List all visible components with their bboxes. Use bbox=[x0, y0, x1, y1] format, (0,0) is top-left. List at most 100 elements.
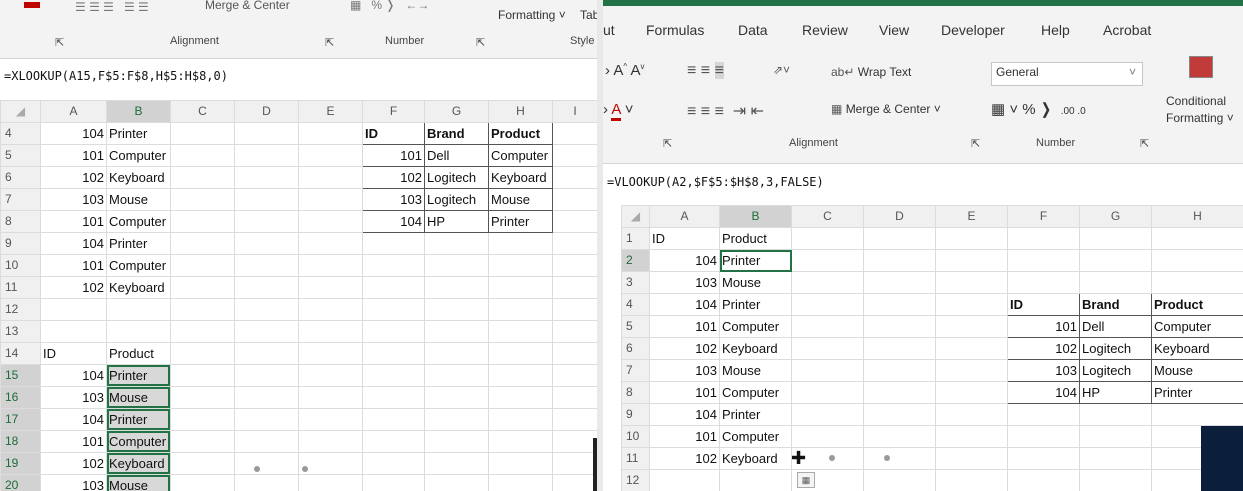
row-header[interactable]: 7 bbox=[621, 359, 650, 382]
cell-b2[interactable]: Printer bbox=[719, 249, 792, 272]
cell-c5[interactable] bbox=[170, 144, 235, 167]
cell-h12[interactable] bbox=[488, 298, 553, 321]
alignment-launcher-icon[interactable]: ⇱ bbox=[971, 137, 980, 150]
cell-e12[interactable] bbox=[298, 298, 363, 321]
cell-i17[interactable] bbox=[552, 408, 597, 431]
cell-e15[interactable] bbox=[298, 364, 363, 387]
cell-e4[interactable] bbox=[298, 122, 363, 145]
column-header-h[interactable]: H bbox=[1151, 205, 1243, 228]
cell-h4[interactable]: Product bbox=[488, 122, 553, 145]
cell-a10[interactable]: 101 bbox=[40, 254, 107, 277]
cell-c17[interactable] bbox=[170, 408, 235, 431]
cell-c6[interactable] bbox=[791, 337, 864, 360]
row-header[interactable]: 19 bbox=[0, 452, 41, 475]
cell-g7[interactable]: Logitech bbox=[424, 188, 489, 211]
row-header[interactable]: 11 bbox=[0, 276, 41, 299]
cell-e8[interactable] bbox=[298, 210, 363, 233]
cell-i10[interactable] bbox=[552, 254, 597, 277]
column-header-b[interactable]: B bbox=[719, 205, 792, 228]
cell-d13[interactable] bbox=[234, 320, 299, 343]
cell-h1[interactable] bbox=[1151, 227, 1243, 250]
cell-h6[interactable]: Keyboard bbox=[1151, 337, 1243, 360]
cell-e7[interactable] bbox=[298, 188, 363, 211]
column-header-f[interactable]: F bbox=[362, 100, 425, 123]
select-all-corner[interactable]: ◢ bbox=[621, 205, 650, 228]
cell-f20[interactable] bbox=[362, 474, 425, 491]
select-all-corner[interactable]: ◢ bbox=[0, 100, 41, 123]
cell-f5[interactable]: 101 bbox=[362, 144, 425, 167]
column-header-d[interactable]: D bbox=[863, 205, 936, 228]
cell-h20[interactable] bbox=[488, 474, 553, 491]
cell-b13[interactable] bbox=[106, 320, 171, 343]
row-header[interactable]: 15 bbox=[0, 364, 41, 387]
cell-f5[interactable]: 101 bbox=[1007, 315, 1080, 338]
cell-b11[interactable]: Keyboard bbox=[719, 447, 792, 470]
row-header[interactable]: 10 bbox=[621, 425, 650, 448]
row-header[interactable]: 5 bbox=[621, 315, 650, 338]
cell-b18[interactable]: Computer bbox=[106, 430, 171, 453]
cell-c12[interactable] bbox=[170, 298, 235, 321]
cell-g12[interactable] bbox=[1079, 469, 1152, 491]
cell-g8[interactable]: HP bbox=[1079, 381, 1152, 404]
cell-e11[interactable] bbox=[935, 447, 1008, 470]
cell-e14[interactable] bbox=[298, 342, 363, 365]
cell-a10[interactable]: 101 bbox=[649, 425, 720, 448]
cell-e1[interactable] bbox=[935, 227, 1008, 250]
cell-a11[interactable]: 102 bbox=[649, 447, 720, 470]
cell-b4[interactable]: Printer bbox=[106, 122, 171, 145]
row-header[interactable]: 5 bbox=[0, 144, 41, 167]
cell-d1[interactable] bbox=[863, 227, 936, 250]
cell-g11[interactable] bbox=[424, 276, 489, 299]
cell-c8[interactable] bbox=[791, 381, 864, 404]
cell-h16[interactable] bbox=[488, 386, 553, 409]
cell-f9[interactable] bbox=[1007, 403, 1080, 426]
row-header[interactable]: 9 bbox=[621, 403, 650, 426]
column-header-g[interactable]: G bbox=[424, 100, 489, 123]
cell-e19[interactable] bbox=[298, 452, 363, 475]
row-header[interactable]: 17 bbox=[0, 408, 41, 431]
cell-f7[interactable]: 103 bbox=[362, 188, 425, 211]
row-header[interactable]: 6 bbox=[621, 337, 650, 360]
cell-h15[interactable] bbox=[488, 364, 553, 387]
formula-bar[interactable]: =VLOOKUP(A2,$F$5:$H$8,3,FALSE) bbox=[603, 172, 1243, 192]
cell-e8[interactable] bbox=[935, 381, 1008, 404]
cell-g5[interactable]: Dell bbox=[424, 144, 489, 167]
cell-c3[interactable] bbox=[791, 271, 864, 294]
cell-b16[interactable]: Mouse bbox=[106, 386, 171, 409]
cell-d4[interactable] bbox=[863, 293, 936, 316]
conditional-label[interactable]: Conditional bbox=[1166, 94, 1226, 108]
cell-g17[interactable] bbox=[424, 408, 489, 431]
cell-d6[interactable] bbox=[234, 166, 299, 189]
cell-g6[interactable]: Logitech bbox=[1079, 337, 1152, 360]
number-format-icons[interactable]: ▦ % ❭ ←→ bbox=[350, 0, 429, 12]
cell-e10[interactable] bbox=[298, 254, 363, 277]
cell-a20[interactable]: 103 bbox=[40, 474, 107, 491]
cell-e18[interactable] bbox=[298, 430, 363, 453]
row-header[interactable]: 11 bbox=[621, 447, 650, 470]
column-header-a[interactable]: A bbox=[649, 205, 720, 228]
cell-e3[interactable] bbox=[935, 271, 1008, 294]
tab-help[interactable]: Help bbox=[1041, 22, 1070, 38]
cell-i4[interactable] bbox=[552, 122, 597, 145]
cell-d12[interactable] bbox=[863, 469, 936, 491]
cell-b8[interactable]: Computer bbox=[719, 381, 792, 404]
cell-b12[interactable] bbox=[719, 469, 792, 491]
cell-g13[interactable] bbox=[424, 320, 489, 343]
cell-f3[interactable] bbox=[1007, 271, 1080, 294]
cell-h4[interactable]: Product bbox=[1151, 293, 1243, 316]
cell-a11[interactable]: 102 bbox=[40, 276, 107, 299]
cell-d10[interactable] bbox=[863, 425, 936, 448]
cell-b1[interactable]: Product bbox=[719, 227, 792, 250]
cell-d10[interactable] bbox=[234, 254, 299, 277]
cell-i8[interactable] bbox=[552, 210, 597, 233]
row-header[interactable]: 2 bbox=[621, 249, 650, 272]
cell-d7[interactable] bbox=[863, 359, 936, 382]
cell-a4[interactable]: 104 bbox=[40, 122, 107, 145]
cell-c10[interactable] bbox=[170, 254, 235, 277]
cell-e7[interactable] bbox=[935, 359, 1008, 382]
cell-b20[interactable]: Mouse bbox=[106, 474, 171, 491]
cell-b9[interactable]: Printer bbox=[719, 403, 792, 426]
cell-h6[interactable]: Keyboard bbox=[488, 166, 553, 189]
cell-g19[interactable] bbox=[424, 452, 489, 475]
cell-f12[interactable] bbox=[362, 298, 425, 321]
